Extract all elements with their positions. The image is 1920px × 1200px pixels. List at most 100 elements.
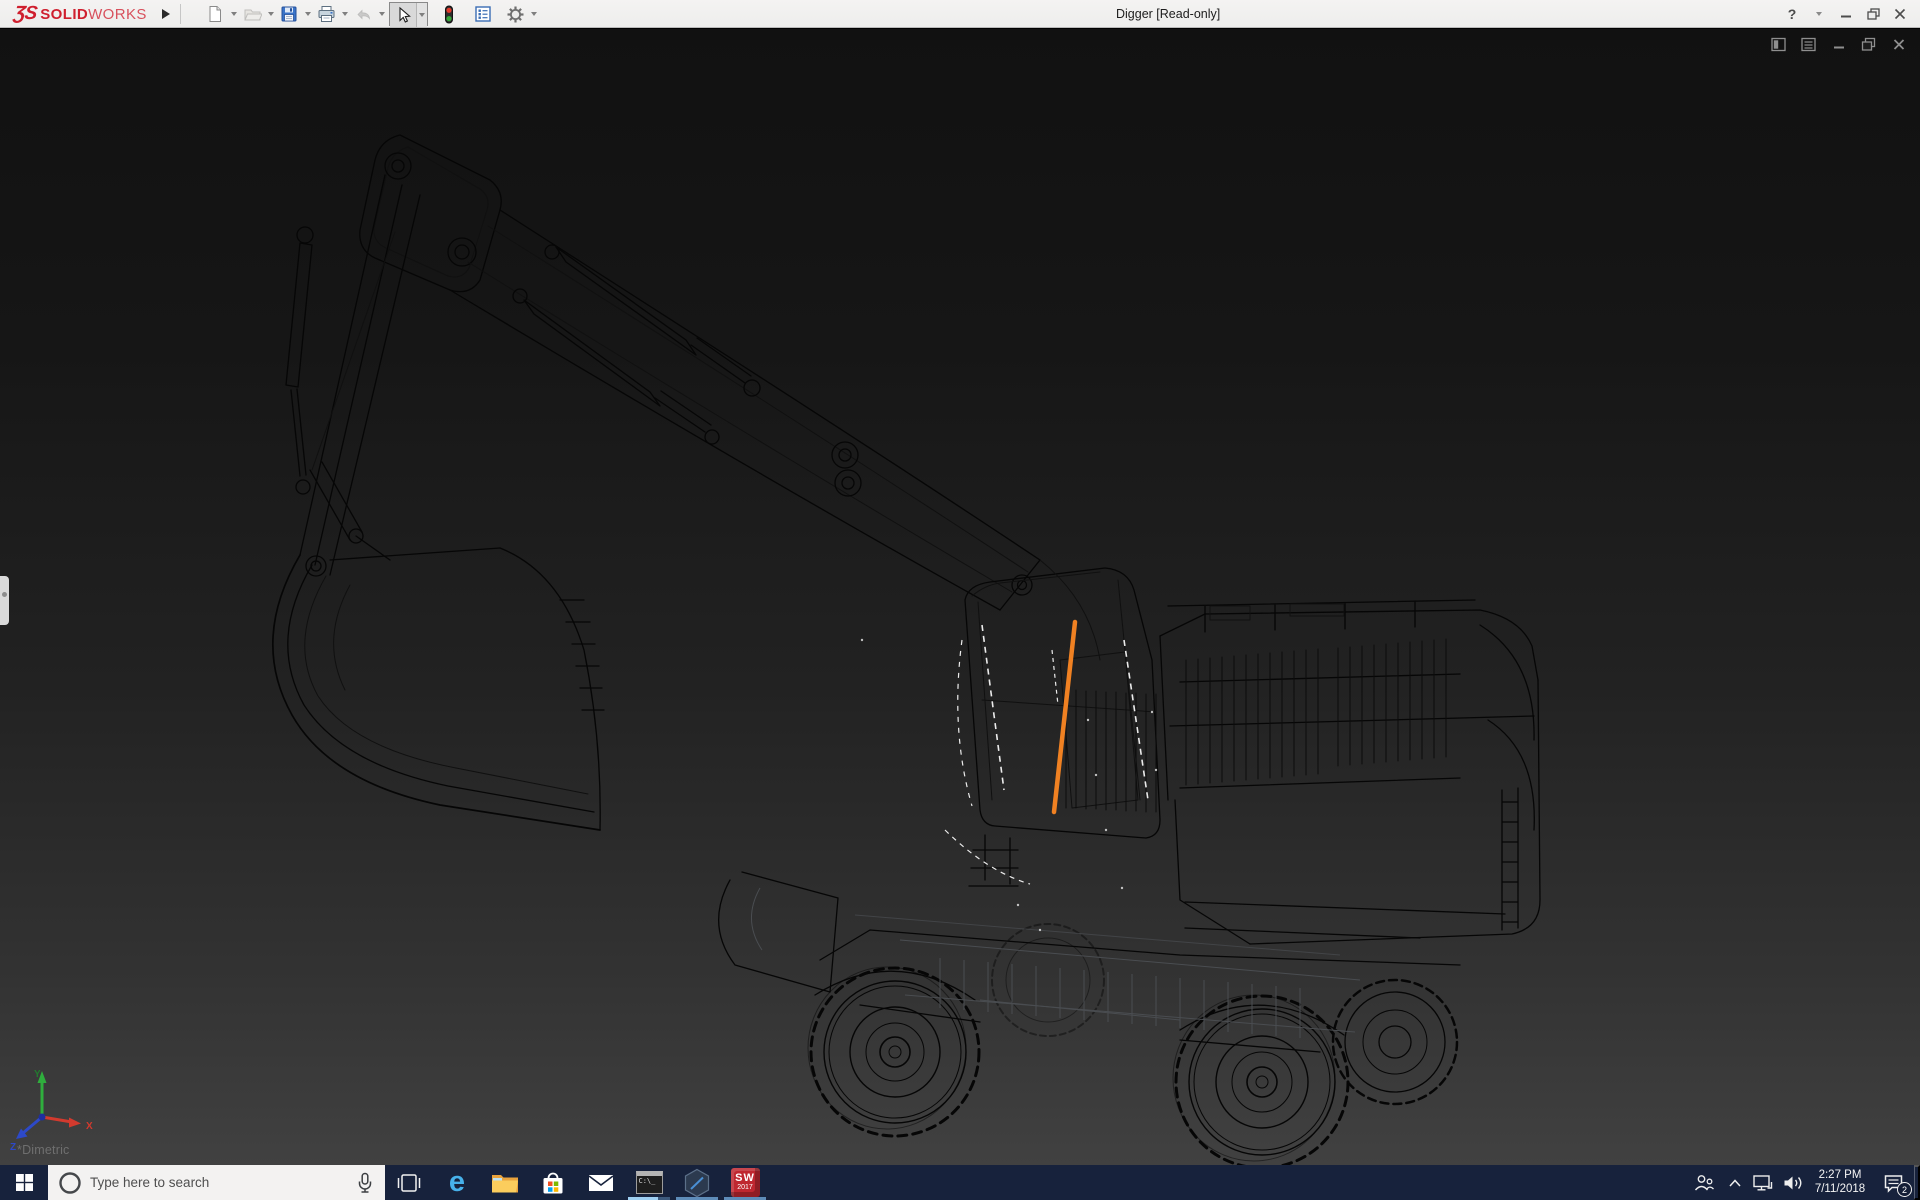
undercarriage-ghost-lines bbox=[751, 888, 1360, 1038]
window-controls: ? bbox=[1782, 0, 1910, 28]
document-close-button[interactable] bbox=[1890, 37, 1908, 53]
print-button[interactable] bbox=[313, 2, 339, 26]
save-dropdown-caret-icon[interactable] bbox=[302, 2, 313, 26]
microsoft-edge-button[interactable]: e bbox=[433, 1165, 481, 1200]
quick-access-toolbar bbox=[202, 0, 539, 28]
edge-icon: e bbox=[449, 1168, 465, 1197]
mail-button[interactable] bbox=[577, 1165, 625, 1200]
command-prompt-icon: C:\_ bbox=[636, 1171, 663, 1194]
selected-edge[interactable] bbox=[1054, 622, 1075, 812]
windows-taskbar: e bbox=[0, 1165, 1920, 1200]
file-explorer-icon bbox=[491, 1172, 519, 1194]
minimize-icon bbox=[1840, 8, 1852, 20]
store-icon bbox=[540, 1170, 566, 1196]
options-button[interactable] bbox=[502, 2, 528, 26]
file-explorer-button[interactable] bbox=[481, 1165, 529, 1200]
graphics-area[interactable]: Y X Z *Dimetric bbox=[0, 29, 1920, 1165]
taskbar-clock[interactable]: 2:27 PM 7/11/2018 bbox=[1808, 1165, 1872, 1200]
save-floppy-icon bbox=[280, 5, 298, 23]
document-restore-button[interactable] bbox=[1860, 37, 1878, 53]
document-restore-icon bbox=[1861, 37, 1877, 52]
action-center-button[interactable]: 2 bbox=[1872, 1165, 1914, 1200]
open-button[interactable] bbox=[239, 2, 265, 26]
volume-button[interactable] bbox=[1778, 1165, 1808, 1200]
show-desktop-button[interactable] bbox=[1914, 1165, 1920, 1200]
menu-flyout-arrow-icon[interactable] bbox=[159, 7, 173, 21]
clock-date: 7/11/2018 bbox=[1815, 1183, 1865, 1197]
taskbar-search bbox=[48, 1165, 385, 1200]
triad-x-label: X bbox=[86, 1121, 93, 1132]
restore-button[interactable] bbox=[1863, 3, 1883, 25]
document-minimize-button[interactable] bbox=[1830, 37, 1848, 53]
new-document-button[interactable] bbox=[202, 2, 228, 26]
triad-z-label: Z bbox=[10, 1142, 16, 1153]
windows-logo-icon bbox=[16, 1174, 33, 1191]
document-close-icon bbox=[1892, 37, 1906, 52]
open-folder-icon bbox=[243, 5, 262, 23]
system-tray: 2:27 PM 7/11/2018 2 bbox=[1686, 1165, 1920, 1200]
title-bar: ƷS SOLID WORKS bbox=[0, 0, 1920, 28]
select-cursor-icon bbox=[395, 6, 412, 24]
task-view-button[interactable] bbox=[385, 1165, 433, 1200]
help-icon: ? bbox=[1788, 6, 1797, 22]
feature-manager-collapsed-tab[interactable] bbox=[0, 576, 9, 625]
document-window-controls bbox=[1770, 37, 1908, 53]
undo-button[interactable] bbox=[350, 2, 376, 26]
panel-left-button[interactable] bbox=[1770, 37, 1788, 53]
properties-list-button[interactable] bbox=[470, 2, 496, 26]
notification-badge: 2 bbox=[1897, 1182, 1912, 1197]
people-button[interactable] bbox=[1686, 1165, 1722, 1200]
command-prompt-button[interactable]: C:\_ bbox=[625, 1165, 673, 1200]
solidworks-window: ƷS SOLID WORKS bbox=[0, 0, 1920, 1200]
print-icon bbox=[317, 5, 336, 23]
minimize-button[interactable] bbox=[1836, 3, 1856, 25]
panel-list-button[interactable] bbox=[1800, 37, 1818, 53]
help-dropdown-caret-icon[interactable] bbox=[1809, 3, 1829, 25]
solidworks-2017-icon: SW 2017 bbox=[731, 1168, 760, 1197]
traffic-light-icon bbox=[443, 5, 455, 24]
toolbar-separator bbox=[180, 4, 181, 24]
search-input[interactable] bbox=[90, 1175, 351, 1190]
solidworks-logo: ƷS SOLID WORKS bbox=[14, 3, 147, 25]
view-orientation-label: *Dimetric bbox=[17, 1143, 70, 1157]
solidworks-2017-button[interactable]: SW 2017 bbox=[721, 1165, 769, 1200]
orientation-triad: Y X Z bbox=[8, 1067, 118, 1153]
restore-icon bbox=[1867, 8, 1880, 20]
new-document-dropdown-caret-icon[interactable] bbox=[228, 2, 239, 26]
help-button[interactable]: ? bbox=[1782, 3, 1802, 25]
task-view-icon bbox=[396, 1173, 422, 1193]
close-icon bbox=[1894, 8, 1906, 20]
solidworks-logo-mark-icon: ƷS bbox=[12, 3, 37, 25]
traffic-light-button[interactable] bbox=[436, 2, 462, 26]
show-hidden-icons-button[interactable] bbox=[1722, 1165, 1748, 1200]
mail-icon bbox=[587, 1172, 615, 1194]
hexagon-app-button[interactable] bbox=[673, 1165, 721, 1200]
chevron-up-icon bbox=[1728, 1178, 1742, 1188]
start-button[interactable] bbox=[0, 1165, 48, 1200]
clock-time: 2:27 PM bbox=[1819, 1169, 1862, 1183]
options-dropdown-caret-icon[interactable] bbox=[528, 2, 539, 26]
save-button[interactable] bbox=[276, 2, 302, 26]
properties-list-icon bbox=[474, 5, 492, 23]
new-document-icon bbox=[206, 5, 224, 23]
print-dropdown-caret-icon[interactable] bbox=[339, 2, 350, 26]
network-button[interactable] bbox=[1748, 1165, 1778, 1200]
open-dropdown-caret-icon[interactable] bbox=[265, 2, 276, 26]
hexagon-app-icon bbox=[683, 1168, 711, 1198]
close-button[interactable] bbox=[1890, 3, 1910, 25]
excavator-wireframe-model bbox=[0, 29, 1920, 1165]
network-icon bbox=[1752, 1173, 1774, 1193]
microsoft-store-button[interactable] bbox=[529, 1165, 577, 1200]
undo-dropdown-caret-icon[interactable] bbox=[376, 2, 387, 26]
triad-y-label: Y bbox=[34, 1069, 41, 1080]
select-tool-dropdown-caret-icon[interactable] bbox=[416, 3, 427, 27]
select-tool-button[interactable] bbox=[390, 3, 416, 27]
edge-sparkles bbox=[861, 639, 1157, 931]
document-title: Digger [Read-only] bbox=[1116, 7, 1220, 21]
document-minimize-icon bbox=[1832, 37, 1846, 52]
gear-icon bbox=[506, 5, 525, 24]
microphone-icon[interactable] bbox=[355, 1172, 375, 1194]
cortana-icon bbox=[58, 1171, 82, 1195]
undo-arrow-icon bbox=[354, 5, 373, 23]
panel-left-icon bbox=[1771, 37, 1787, 52]
